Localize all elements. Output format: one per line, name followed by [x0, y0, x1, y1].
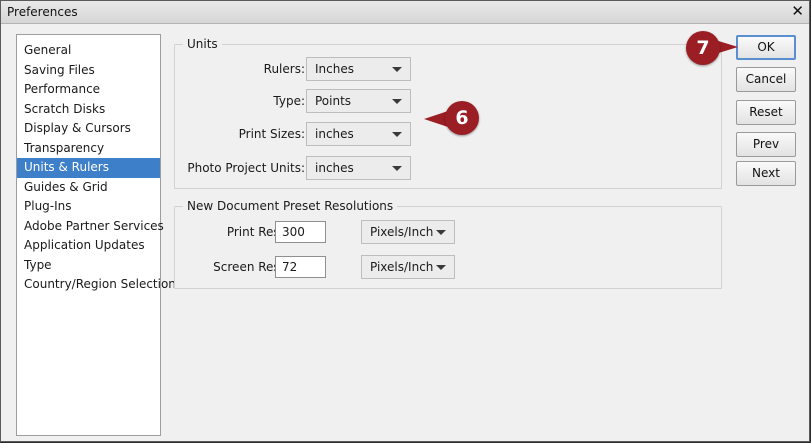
callout-7-badge: 7 [686, 31, 720, 65]
callout-6-badge: 6 [445, 101, 479, 135]
callout-arrows [424, 39, 738, 127]
